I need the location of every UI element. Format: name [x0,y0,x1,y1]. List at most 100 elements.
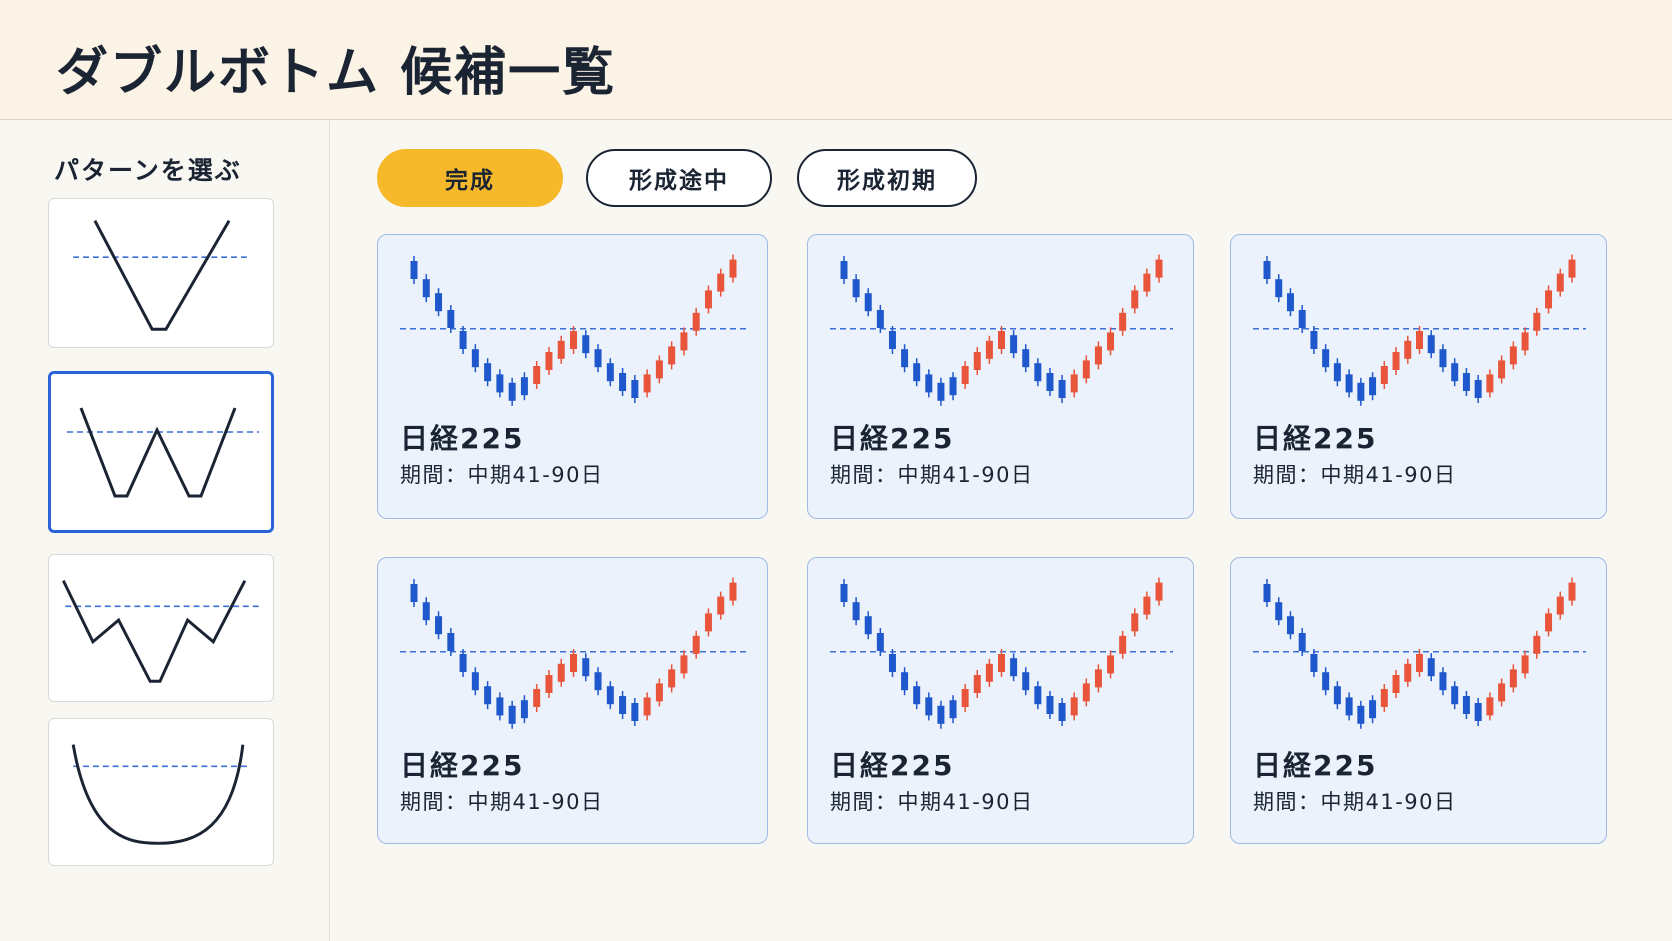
stock-card[interactable]: 日経225 期間：中期41-90日 [807,234,1194,519]
candle [1369,695,1377,724]
candle [913,358,921,387]
candle [888,649,896,677]
candlestick-chart [830,577,1173,729]
page-header: ダブルボトム 候補一覧 [0,0,1672,120]
candle [1131,285,1139,314]
candle [840,256,848,284]
candle [937,700,945,729]
candle [1143,268,1151,297]
candle [1263,579,1271,607]
stock-card[interactable]: 日経225 期間：中期41-90日 [1230,557,1607,844]
candle [668,341,676,370]
candle [410,579,418,607]
candle [1143,591,1151,620]
candle [949,372,957,401]
candle [864,288,872,317]
stock-card[interactable]: 日経225 期間：中期41-90日 [377,557,768,844]
candle [985,335,993,364]
stock-card[interactable]: 日経225 期間：中期41-90日 [807,557,1194,844]
candle [643,692,651,721]
pattern-card-triple-bottom[interactable] [48,554,274,702]
candle [1010,653,1018,682]
candle [1509,341,1517,370]
candle [545,670,553,698]
candlestick-chart [400,254,747,406]
candle [1568,254,1576,283]
tab-forming[interactable]: 形成途中 [586,149,772,207]
candle [1474,698,1482,726]
stock-card[interactable]: 日経225 期間：中期41-90日 [377,234,768,519]
candle [484,681,492,710]
candle [582,653,590,682]
candle [717,268,725,297]
candle [1094,664,1102,693]
candle [840,579,848,607]
candle [1022,667,1030,696]
candle [1322,667,1330,696]
candle [692,307,700,336]
candle [1380,361,1388,389]
rounded-bottom-pattern-icon [71,744,247,845]
candle [520,695,528,724]
candle [1369,372,1377,401]
main-content: 完成 形成途中 形成初期 日経225 期間：中期41-90日 日経225 期間：中期4… [331,121,1672,941]
candle [1155,577,1163,606]
candle [1521,327,1529,356]
candle [1439,667,1447,696]
candle [1310,326,1318,354]
double-bottom-pattern-icon [67,407,259,498]
candle [888,326,896,354]
tab-complete[interactable]: 完成 [377,149,563,207]
candle [1486,369,1494,398]
tab-early-forming[interactable]: 形成初期 [797,149,977,207]
candle [925,369,933,398]
candle [1034,681,1042,710]
candle [1310,649,1318,677]
candle [1462,691,1470,719]
stock-period: 期間：中期41-90日 [400,790,604,814]
candle [1474,375,1482,403]
candle [496,369,504,398]
candle [1357,377,1365,406]
candle [594,344,602,373]
pattern-card-v-bottom[interactable] [48,198,274,348]
candle [1439,344,1447,373]
candle [410,256,418,284]
candle [631,698,639,726]
candle [1392,347,1400,375]
candle [1046,691,1054,719]
candle [973,347,981,375]
candle [496,692,504,721]
candle [1451,681,1459,710]
candle [717,591,725,620]
candle [1521,650,1529,679]
candle [508,700,516,729]
candle [545,347,553,375]
stock-card[interactable]: 日経225 期間：中期41-90日 [1230,234,1607,519]
candle [961,684,969,712]
candle [1263,256,1271,284]
candle [520,372,528,401]
candle [901,667,909,696]
pattern-card-rounded-bottom[interactable] [48,718,274,866]
stock-name: 日経225 [400,749,525,782]
pattern-card-double-bottom[interactable] [48,371,274,533]
candle [422,597,430,626]
candle [1404,335,1412,364]
candle [985,658,993,687]
candle [533,361,541,389]
candle [1119,307,1127,336]
candle [1416,326,1423,354]
candle [1498,678,1506,707]
candle [1462,368,1470,396]
candle [643,369,651,398]
candle [961,361,969,389]
candle [1380,684,1388,712]
candlestick-chart [830,254,1173,406]
stock-period: 期間：中期41-90日 [1253,790,1457,814]
candle [1333,681,1341,710]
stock-period: 期間：中期41-90日 [1253,463,1457,487]
candle [631,375,639,403]
candle [998,649,1005,677]
candle [1486,692,1494,721]
